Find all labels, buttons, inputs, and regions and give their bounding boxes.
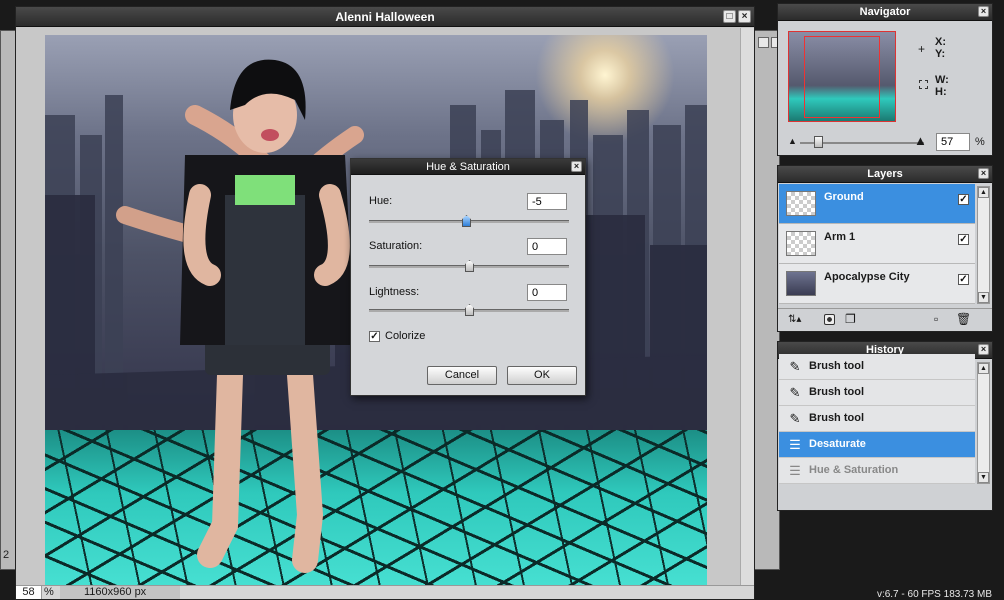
layer-row-apocalypse-city[interactable]: Apocalypse City ✓ (779, 264, 975, 304)
history-item[interactable]: ✎ Brush tool (779, 380, 975, 406)
layer-visibility-checkbox[interactable]: ✓ (958, 194, 969, 205)
layer-visibility-checkbox[interactable]: ✓ (958, 274, 969, 285)
height-label: H: (935, 86, 947, 98)
y-coordinate-label: Y: (935, 48, 946, 60)
navigator-zoom-thumb[interactable] (814, 136, 823, 148)
background-window-restore-button[interactable] (758, 37, 769, 48)
saturation-slider-thumb[interactable] (465, 260, 474, 272)
document-close-button[interactable]: × (738, 10, 751, 23)
history-panel: History × ✎ Brush tool ✎ Brush tool ✎ Br… (777, 341, 993, 511)
brush-icon: ✎ (789, 411, 801, 426)
scroll-down-arrow-icon[interactable]: ▼ (978, 292, 989, 303)
dialog-title-bar[interactable]: Hue & Saturation × (351, 159, 585, 175)
layers-close-button[interactable]: × (978, 168, 989, 179)
lightness-slider[interactable] (369, 304, 569, 316)
adjust-icon: ☰ (789, 463, 801, 478)
delete-layer-icon[interactable]: 🗑 (956, 312, 971, 326)
history-item[interactable]: ✎ Brush tool (779, 406, 975, 432)
crosshair-icon: + (918, 42, 926, 56)
history-scrollbar[interactable]: ▲ ▼ (977, 362, 990, 484)
selection-size-icon (919, 80, 928, 89)
lightness-input[interactable] (527, 284, 567, 301)
history-item-label: Brush tool (809, 386, 864, 398)
zoom-in-mountain-icon: ▲ (914, 133, 927, 148)
background-window-text: 2 (3, 549, 10, 561)
layers-scrollbar[interactable]: ▲ ▼ (977, 186, 990, 304)
layers-panel: Layers × Ground ✓ Arm 1 ✓ Apocalypse Cit… (777, 165, 993, 332)
new-layer-icon[interactable]: ▫ (934, 312, 938, 326)
scroll-up-arrow-icon[interactable]: ▲ (978, 363, 989, 374)
layer-mask-icon[interactable] (824, 314, 835, 325)
blend-mode-icon[interactable]: ⇅▴ (788, 314, 801, 325)
layer-row-arm-1[interactable]: Arm 1 ✓ (779, 224, 975, 264)
navigator-title: Navigator (859, 6, 911, 18)
layers-toolbar: ⇅▴ ❐ ▫ 🗑 (778, 308, 992, 330)
history-item-undone[interactable]: ☰ Hue & Saturation (779, 458, 975, 484)
hue-slider-thumb[interactable] (462, 215, 471, 227)
zoom-unit-label: % (44, 586, 54, 598)
document-maximize-button[interactable]: □ (723, 10, 736, 23)
history-item-label: Hue & Saturation (809, 464, 899, 476)
history-item-label: Desaturate (809, 438, 866, 450)
performance-readout: v:6.7 - 60 FPS 183.73 MB (876, 589, 992, 600)
hue-slider[interactable] (369, 215, 569, 227)
colorize-label: Colorize (385, 330, 426, 342)
navigator-title-bar[interactable]: Navigator × (778, 4, 992, 21)
hue-saturation-dialog: Hue & Saturation × Hue: Saturation: Ligh… (350, 158, 586, 396)
colorize-checkbox[interactable]: ✓ (369, 331, 380, 342)
hue-label: Hue: (369, 195, 393, 207)
navigator-zoom-unit: % (975, 136, 985, 148)
saturation-input[interactable] (527, 238, 567, 255)
image-dimensions: 1160x960 px (60, 586, 180, 599)
cancel-button[interactable]: Cancel (427, 366, 497, 385)
navigator-zoom-input[interactable] (936, 133, 970, 151)
layers-title-bar[interactable]: Layers × (778, 166, 992, 183)
brush-icon: ✎ (789, 385, 801, 400)
layer-row-ground[interactable]: Ground ✓ (779, 184, 975, 224)
width-label: W: (935, 74, 949, 86)
saturation-label: Saturation: (369, 240, 423, 252)
adjust-icon: ☰ (789, 437, 801, 452)
navigator-thumbnail[interactable] (788, 31, 896, 122)
document-vertical-scrollbar[interactable] (740, 28, 754, 586)
zoom-input[interactable]: 58 (16, 586, 42, 599)
history-item[interactable]: ✎ Brush tool (779, 354, 975, 380)
dialog-close-button[interactable]: × (571, 161, 582, 172)
layer-thumbnail (786, 271, 816, 296)
saturation-slider[interactable] (369, 260, 569, 272)
document-title-bar[interactable]: Alenni Halloween □ × (16, 7, 754, 27)
x-coordinate-label: X: (935, 36, 946, 48)
history-item-label: Brush tool (809, 412, 864, 424)
zoom-out-mountain-icon: ▲ (788, 136, 797, 146)
history-close-button[interactable]: × (978, 344, 989, 355)
layer-visibility-checkbox[interactable]: ✓ (958, 234, 969, 245)
navigator-close-button[interactable]: × (978, 6, 989, 17)
layers-title: Layers (867, 168, 903, 180)
scroll-down-arrow-icon[interactable]: ▼ (978, 472, 989, 483)
dialog-title: Hue & Saturation (426, 161, 510, 173)
layer-name: Apocalypse City (824, 271, 910, 283)
document-status-bar: 58 % 1160x960 px (16, 585, 754, 599)
scroll-up-arrow-icon[interactable]: ▲ (978, 187, 989, 198)
history-item-selected[interactable]: ☰ Desaturate (779, 432, 975, 458)
hue-input[interactable] (527, 193, 567, 210)
layer-thumbnail (786, 191, 816, 216)
layer-name: Arm 1 (824, 231, 856, 243)
ok-button[interactable]: OK (507, 366, 577, 385)
layer-thumbnail (786, 231, 816, 256)
lightness-slider-thumb[interactable] (465, 304, 474, 316)
lightness-label: Lightness: (369, 286, 420, 298)
history-item-label: Brush tool (809, 360, 864, 372)
navigator-panel: Navigator × + X: Y: W: H: ▲ ▲ % (777, 3, 993, 156)
layer-style-icon[interactable]: ❐ (845, 312, 856, 326)
navigator-zoom-slider[interactable] (800, 136, 924, 148)
document-title: Alenni Halloween (335, 10, 435, 24)
brush-icon: ✎ (789, 359, 801, 374)
layer-name: Ground (824, 191, 864, 203)
